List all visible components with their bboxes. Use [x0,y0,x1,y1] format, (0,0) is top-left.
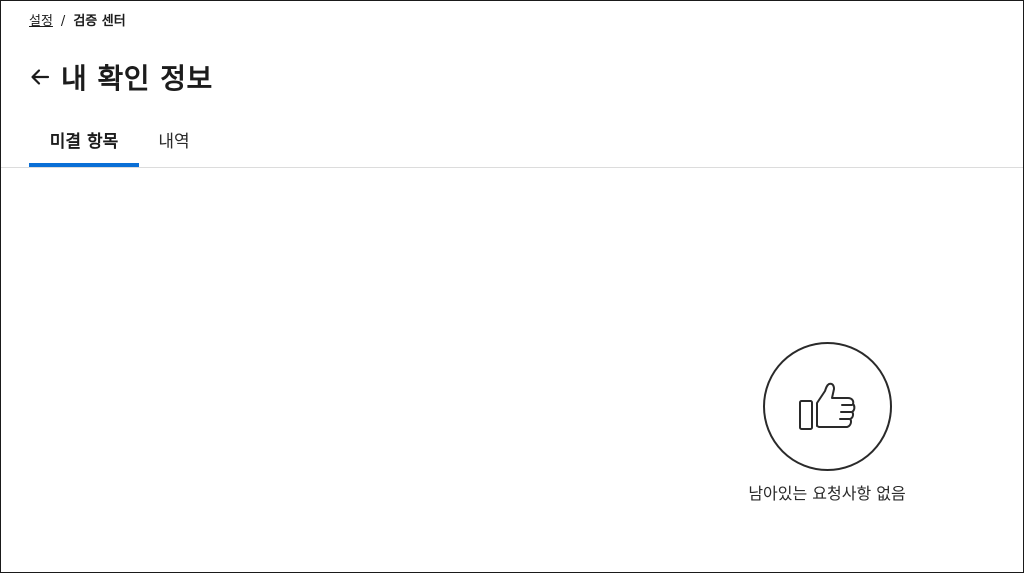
thumbs-up-icon [799,382,856,430]
breadcrumb-link-settings[interactable]: 설정 [29,13,53,31]
breadcrumb-current: 검증 센터 [73,14,126,29]
tab-bar: 미결 항목 내역 [1,123,1023,168]
page-header: 내 확인 정보 [28,57,213,97]
back-button[interactable] [28,65,52,89]
breadcrumb: 설정 / 검증 센터 [29,13,126,31]
empty-state-message: 남아있는 요청사항 없음 [748,484,906,503]
empty-state: 남아있는 요청사항 없음 [713,342,941,505]
verification-center-page: 설정 / 검증 센터 내 확인 정보 미결 항목 내역 남아있는 요청사항 없음 [0,0,1024,573]
tab-pending[interactable]: 미결 항목 [29,123,139,167]
tab-history[interactable]: 내역 [147,123,201,165]
page-title: 내 확인 정보 [61,62,213,95]
empty-state-icon-circle [762,342,892,471]
breadcrumb-separator: / [60,14,66,29]
arrow-left-icon [31,69,50,85]
